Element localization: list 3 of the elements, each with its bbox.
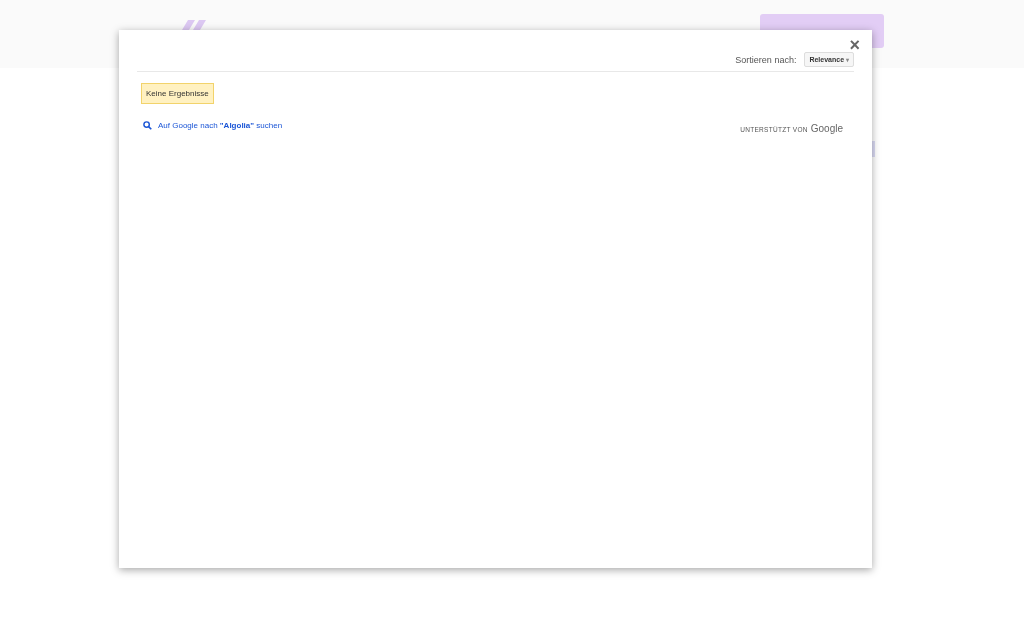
sort-label: Sortieren nach: [735,54,797,65]
google-brand: Google [810,123,843,134]
no-results-notice: Keine Ergebnisse [141,83,214,104]
